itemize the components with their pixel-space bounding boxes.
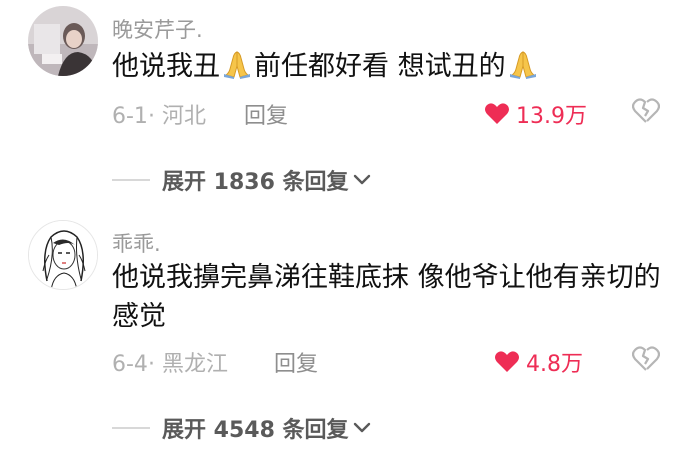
comment-text-part: 前任都好看 想试丑的 (254, 51, 506, 82)
username[interactable]: 乖乖. (112, 228, 161, 258)
comment-text: 他说我擤完鼻涕往鞋底抹 像他爷让他有亲切的感觉 (112, 262, 661, 332)
folded-hands-emoji-icon (508, 49, 538, 90)
comment-date: 6-1 (112, 104, 148, 129)
broken-heart-icon (631, 346, 661, 371)
expand-replies-label: 展开 4548 条回复 (162, 418, 349, 443)
dislike-button[interactable] (631, 346, 661, 372)
heart-icon (495, 351, 519, 372)
comment-meta: 6-4· 黑龙江 (112, 346, 228, 378)
reply-button[interactable]: 回复 (244, 98, 288, 130)
username[interactable]: 晚安芹子. (112, 14, 203, 44)
meta-separator: · (147, 104, 162, 129)
expand-replies-button[interactable]: 展开 1836 条回复 (112, 164, 371, 196)
chevron-down-icon (353, 422, 370, 433)
dislike-button[interactable] (631, 98, 661, 124)
broken-heart-icon (631, 98, 661, 123)
comment-location: 河北 (161, 104, 206, 129)
like-count: 13.9万 (516, 104, 587, 129)
heart-icon (485, 103, 509, 124)
comment-text-part: 他说我丑 (112, 51, 220, 82)
avatar[interactable] (28, 6, 98, 76)
reply-button[interactable]: 回复 (274, 346, 318, 378)
like-count: 4.8万 (526, 352, 583, 377)
like-button[interactable]: 13.9万 (484, 98, 587, 130)
comment-text: 他说我丑 前任都好看 想试丑的 (112, 47, 672, 90)
like-button[interactable]: 4.8万 (494, 346, 583, 378)
chevron-down-icon (353, 174, 370, 185)
meta-separator: · (147, 352, 162, 377)
expand-replies-label: 展开 1836 条回复 (162, 170, 349, 195)
divider (112, 427, 150, 429)
comment-meta: 6-1· 河北 (112, 98, 206, 130)
expand-replies-button[interactable]: 展开 4548 条回复 (112, 412, 371, 444)
comment-location: 黑龙江 (161, 352, 228, 377)
folded-hands-emoji-icon (222, 49, 252, 90)
avatar[interactable] (28, 220, 98, 290)
divider (112, 179, 150, 181)
comment-date: 6-4 (112, 352, 148, 377)
